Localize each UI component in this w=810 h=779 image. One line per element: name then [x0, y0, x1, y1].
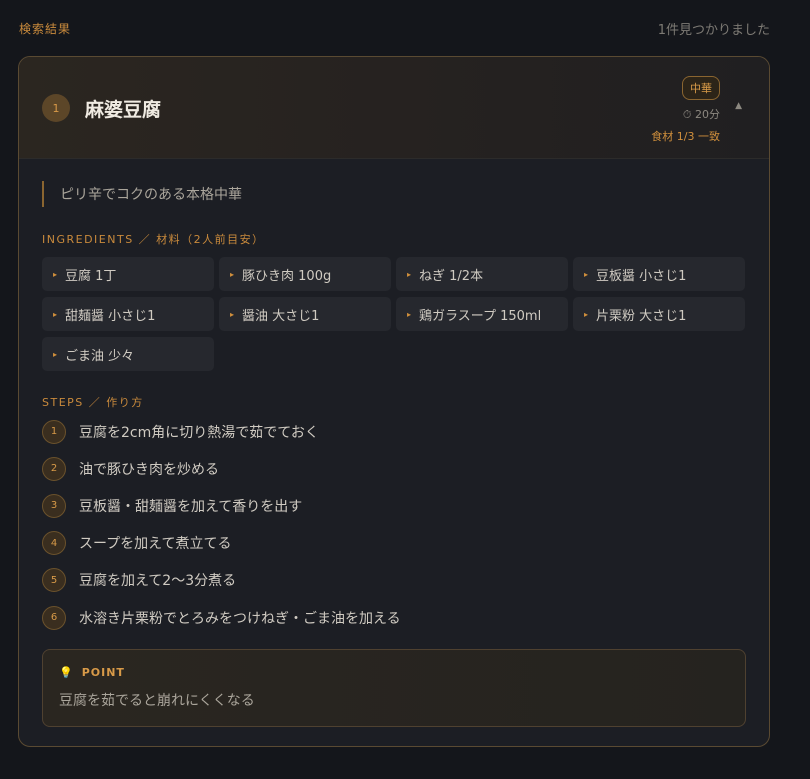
bullet-icon: ▸	[53, 309, 58, 319]
recipe-card-body: ピリ辛でコクのある本格中華 INGREDIENTS ／ 材料（2人前目安） ▸ 豆…	[19, 159, 769, 728]
ingredient-list: ▸ 豆腐 1丁 ▸ 豚ひき肉 100g ▸ ねぎ 1/2本 ▸ 豆板醤 小さじ1 ▸ 甜麺…	[42, 257, 746, 371]
collapse-chevron-icon[interactable]: ▲	[735, 101, 742, 111]
recipe-card-header[interactable]: 1 麻婆豆腐 中華 ⏱ 20分 食材 1/3 一致 ▲	[19, 57, 769, 159]
ingredient-item: ▸ ねぎ 1/2本	[396, 257, 568, 291]
step-item: 2 油で豚ひき肉を炒める	[42, 450, 746, 487]
step-item: 4 スープを加えて煮立てる	[42, 525, 746, 562]
lightbulb-icon: 💡	[59, 666, 74, 680]
step-number: 3	[42, 493, 66, 518]
ingredient-item: ▸ 鶏ガラスープ 150ml	[396, 297, 568, 331]
ingredient-label: 鶏ガラスープ 150ml	[419, 308, 542, 324]
step-item: 3 豆板醤・甜麺醤を加えて香りを出す	[42, 487, 746, 524]
ingredient-label: 醤油 大さじ1	[242, 308, 320, 324]
step-number: 6	[42, 605, 66, 630]
ingredient-label: 甜麺醤 小さじ1	[65, 308, 156, 324]
ingredient-item: ▸ 豚ひき肉 100g	[219, 257, 391, 291]
results-label: 検索結果	[19, 21, 72, 36]
step-number: 5	[42, 568, 66, 593]
cuisine-tag: 中華	[682, 76, 720, 100]
step-text: 水溶き片栗粉でとろみをつけねぎ・ごま油を加える	[79, 610, 401, 627]
bullet-icon: ▸	[407, 269, 412, 279]
step-text: 豆腐を加えて2〜3分煮る	[79, 573, 237, 590]
ingredient-item: ▸ 豆板醤 小さじ1	[573, 257, 745, 291]
bullet-icon: ▸	[407, 309, 412, 319]
step-item: 1 豆腐を2cm角に切り熱湯で茹でておく	[42, 413, 746, 450]
ingredient-label: 豆板醤 小さじ1	[596, 268, 687, 284]
step-text: スープを加えて煮立てる	[79, 536, 232, 553]
ingredient-item: ▸ 醤油 大さじ1	[219, 297, 391, 331]
ingredient-label: 豆腐 1丁	[65, 268, 117, 284]
recipe-number-badge: 1	[42, 94, 70, 122]
ingredient-label: 豚ひき肉 100g	[242, 268, 332, 284]
step-text: 油で豚ひき肉を炒める	[79, 461, 219, 478]
recipe-title: 麻婆豆腐	[85, 99, 162, 121]
recipe-description: ピリ辛でコクのある本格中華	[42, 181, 746, 207]
results-count: 1件見つかりました	[657, 22, 770, 38]
bullet-icon: ▸	[584, 269, 589, 279]
ingredient-item: ▸ 甜麺醤 小さじ1	[42, 297, 214, 331]
bullet-icon: ▸	[584, 309, 589, 319]
point-label: POINT	[81, 666, 125, 680]
step-number: 2	[42, 456, 66, 481]
recipe-card: 1 麻婆豆腐 中華 ⏱ 20分 食材 1/3 一致 ▲ ピリ辛でコクのある本格中…	[18, 56, 770, 747]
ingredient-label: 片栗粉 大さじ1	[596, 308, 687, 324]
ingredient-label: ごま油 少々	[65, 348, 135, 364]
step-item: 6 水溶き片栗粉でとろみをつけねぎ・ごま油を加える	[42, 599, 746, 636]
recipe-meta: 中華 ⏱ 20分 食材 1/3 一致	[651, 76, 720, 144]
step-number: 4	[42, 531, 66, 556]
bullet-icon: ▸	[230, 269, 235, 279]
point-callout: 💡 POINT 豆腐を茹でると崩れにくくなる	[42, 649, 746, 728]
step-list: 1 豆腐を2cm角に切り熱湯で茹でておく 2 油で豚ひき肉を炒める 3 豆板醤・甜麺醤…	[42, 413, 746, 636]
steps-heading: STEPS ／ 作り方	[42, 396, 144, 409]
ingredient-item: ▸ 豆腐 1丁	[42, 257, 214, 291]
ingredients-heading: INGREDIENTS ／ 材料（2人前目安）	[42, 233, 265, 246]
bullet-icon: ▸	[230, 309, 235, 319]
ingredient-item: ▸ ごま油 少々	[42, 337, 214, 371]
point-heading: 💡 POINT	[59, 666, 729, 679]
bullet-icon: ▸	[53, 349, 58, 359]
results-header: 検索結果 1件見つかりました	[19, 18, 770, 38]
step-item: 5 豆腐を加えて2〜3分煮る	[42, 562, 746, 599]
step-number: 1	[42, 419, 66, 444]
ingredient-label: ねぎ 1/2本	[419, 268, 484, 284]
point-text: 豆腐を茹でると崩れにくくなる	[59, 693, 255, 710]
step-text: 豆板醤・甜麺醤を加えて香りを出す	[79, 498, 303, 515]
step-text: 豆腐を2cm角に切り熱湯で茹でておく	[79, 424, 319, 441]
bullet-icon: ▸	[53, 269, 58, 279]
cook-time: ⏱ 20分	[682, 108, 720, 121]
ingredient-match: 食材 1/3 一致	[651, 130, 720, 143]
ingredient-item: ▸ 片栗粉 大さじ1	[573, 297, 745, 331]
